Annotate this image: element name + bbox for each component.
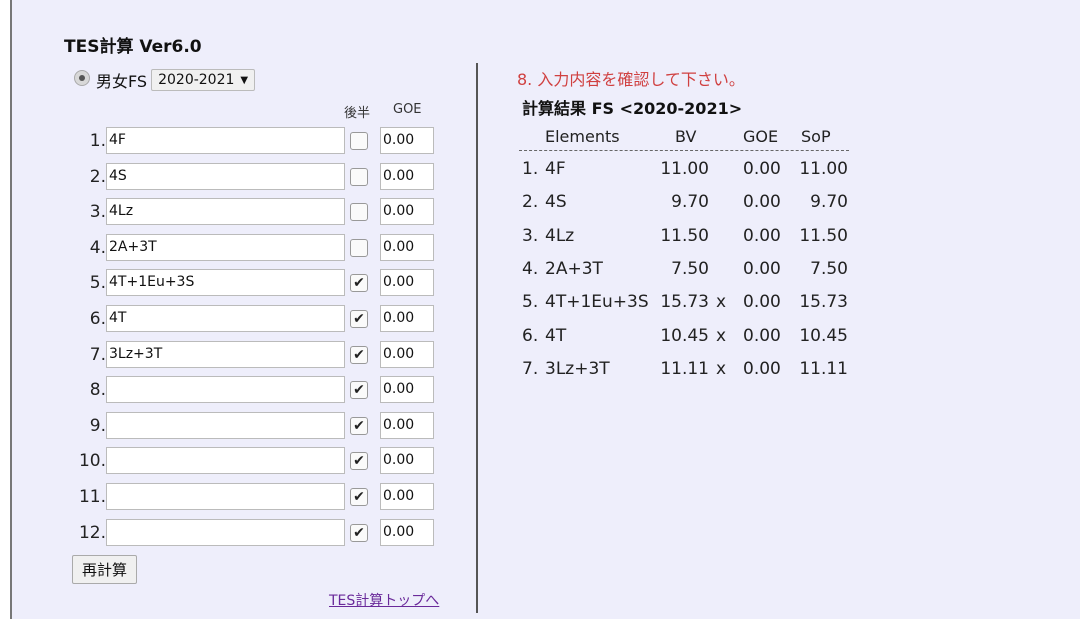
input-row: 1. 4F 0.00: [12, 126, 452, 154]
result-bv: 9.70: [671, 192, 709, 213]
mode-label: 男女FS: [96, 72, 148, 91]
result-element: 4T: [545, 325, 567, 346]
tes-top-link[interactable]: TES計算トップへ: [329, 590, 439, 610]
recalc-button[interactable]: 再計算: [72, 555, 138, 584]
result-element: 4F: [545, 159, 566, 179]
result-element: 4S: [545, 192, 567, 213]
result-goe: 0.00: [743, 292, 781, 313]
input-row: 11. ✔ 0.00: [12, 482, 452, 510]
app-title: TES計算 Ver6.0: [64, 37, 202, 57]
element-input[interactable]: [106, 447, 345, 475]
season-select[interactable]: 2020-2021 ▼: [151, 69, 256, 91]
result-number: 5.: [522, 292, 539, 313]
result-goe: 0.00: [743, 225, 781, 246]
row-number: 11.: [78, 487, 106, 507]
result-number: 7.: [522, 358, 539, 379]
result-row: 6. 4T 10.45 x 0.00 10.45: [12, 326, 1012, 356]
goe-input[interactable]: 0.00: [380, 411, 434, 439]
result-number: 3.: [522, 225, 539, 246]
result-bv: 15.73: [660, 292, 709, 313]
goe-input[interactable]: 0.00: [380, 127, 434, 154]
result-goe: 0.00: [743, 192, 781, 213]
row-number: 9.: [89, 415, 106, 436]
input-row: 9. ✔ 0.00: [12, 411, 452, 439]
goe-input[interactable]: 0.00: [380, 447, 434, 475]
result-element: 4T+1Eu+3S: [545, 292, 649, 313]
result-header-sop: SoP: [801, 127, 831, 146]
result-element: 3Lz+3T: [545, 358, 610, 379]
second-half-checkbox[interactable]: ✔: [350, 416, 368, 435]
result-bv: 10.45: [660, 325, 709, 346]
result-number: 1.: [522, 159, 539, 179]
result-header-rule: [519, 150, 849, 151]
result-goe: 0.00: [743, 358, 781, 379]
input-row: 10. ✔ 0.00: [12, 446, 452, 475]
result-sop: 11.11: [799, 358, 848, 379]
result-header-bv: BV: [675, 127, 697, 146]
season-value: 2020-2021: [158, 72, 235, 88]
chevron-down-icon: ▼: [240, 74, 249, 86]
goe-input[interactable]: 0.00: [380, 483, 434, 510]
warning-message: 8. 入力内容を確認して下さい。: [517, 70, 745, 89]
result-row: 1. 4F 11.00 0.00 11.00: [12, 159, 1012, 189]
result-goe: 0.00: [743, 258, 781, 279]
result-bv: 11.11: [660, 358, 709, 379]
result-row: 2. 4S 9.70 0.00 9.70: [12, 192, 1012, 222]
result-goe: 0.00: [743, 159, 781, 179]
result-row: 7. 3Lz+3T 11.11 x 0.00 11.11: [12, 359, 1012, 389]
result-goe: 0.00: [743, 325, 781, 346]
result-sop: 10.45: [799, 325, 848, 346]
result-sop: 11.50: [799, 225, 848, 246]
result-header-goe: GOE: [743, 127, 779, 146]
result-x-flag: x: [716, 292, 727, 313]
result-bv: 11.50: [660, 225, 709, 246]
mode-radio[interactable]: [74, 70, 90, 86]
element-input[interactable]: [106, 483, 345, 510]
row-number: 12.: [78, 522, 106, 543]
row-number: 1.: [89, 131, 106, 151]
element-input[interactable]: [106, 518, 345, 546]
result-header-elements: Elements: [545, 127, 620, 146]
result-bv: 7.50: [671, 258, 709, 279]
result-number: 4.: [522, 258, 539, 279]
result-bv: 11.00: [660, 159, 709, 179]
goe-input[interactable]: 0.00: [380, 518, 434, 546]
result-title: 計算結果 FS <2020-2021>: [522, 99, 743, 118]
element-input[interactable]: [106, 411, 345, 439]
result-element: 4Lz: [545, 225, 575, 246]
element-input[interactable]: 4F: [106, 127, 345, 154]
result-row: 4. 2A+3T 7.50 0.00 7.50: [12, 259, 1012, 289]
result-sop: 15.73: [799, 292, 848, 313]
input-row: 12. ✔ 0.00: [12, 518, 452, 546]
result-sop: 11.00: [799, 159, 848, 179]
second-half-checkbox[interactable]: ✔: [350, 452, 368, 471]
result-x-flag: x: [716, 358, 727, 379]
second-half-checkbox[interactable]: ✔: [350, 523, 368, 542]
second-half-header: 後半: [344, 106, 371, 121]
result-row: 5. 4T+1Eu+3S 15.73 x 0.00 15.73: [12, 292, 1012, 322]
second-half-checkbox[interactable]: ✔: [350, 488, 368, 506]
mode-row: 男女FS 2020-2021 ▼: [74, 68, 256, 92]
result-element: 2A+3T: [545, 258, 603, 279]
goe-header: GOE: [393, 102, 422, 117]
result-sop: 9.70: [810, 192, 848, 213]
second-half-checkbox[interactable]: [350, 132, 368, 150]
result-x-flag: x: [716, 325, 727, 346]
result-row: 3. 4Lz 11.50 0.00 11.50: [12, 226, 1012, 256]
result-number: 2.: [522, 192, 539, 213]
result-number: 6.: [522, 325, 539, 346]
row-number: 10.: [78, 451, 106, 472]
result-sop: 7.50: [810, 258, 848, 279]
calculator-panel: TES計算 Ver6.0 男女FS 2020-2021 ▼ 後半 GOE 1. 4…: [10, 0, 1080, 619]
